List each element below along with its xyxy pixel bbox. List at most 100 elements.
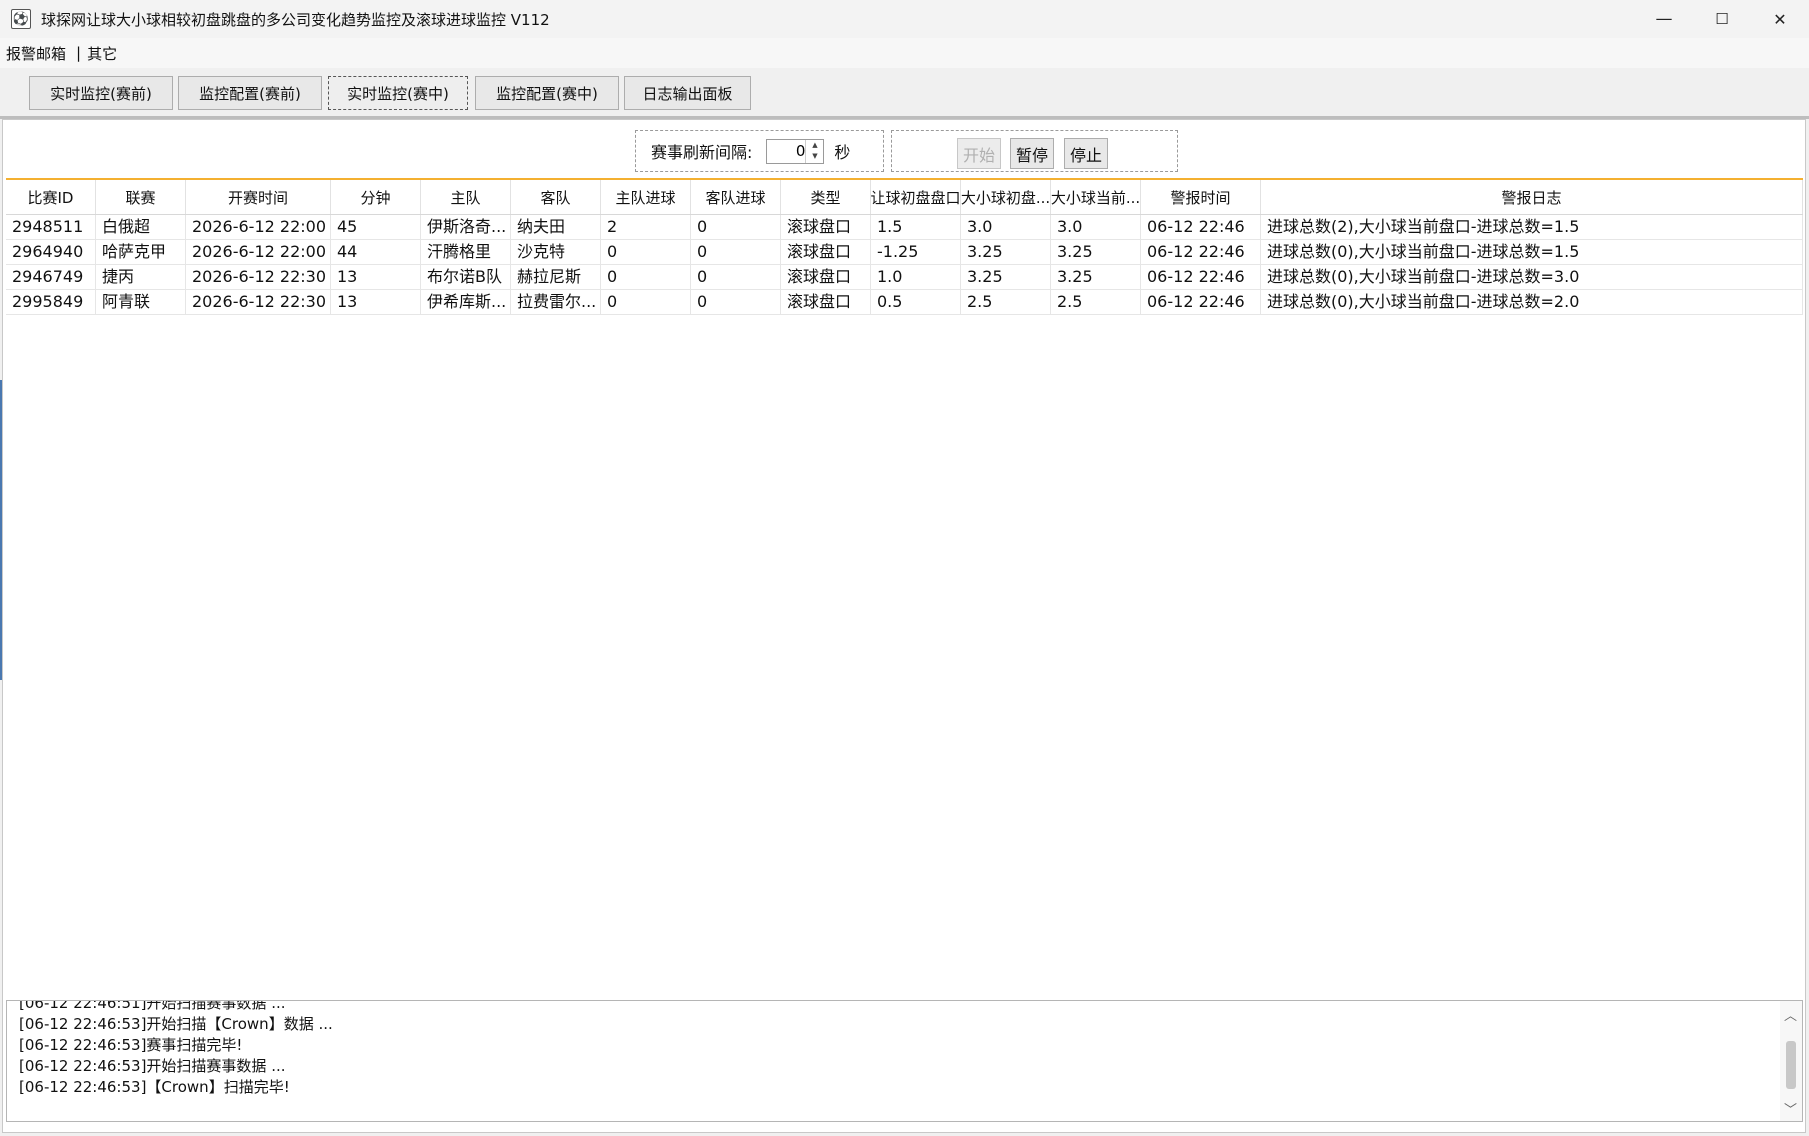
- column-header-match-id[interactable]: 比赛ID: [6, 180, 96, 214]
- table-row[interactable]: 2946749 捷丙 2026-6-12 22:30 13 布尔诺B队 赫拉尼斯…: [6, 265, 1803, 290]
- cell-ou-current: 3.25: [1051, 240, 1141, 264]
- tab-realtime-inplay[interactable]: 实时监控(赛中): [328, 76, 468, 110]
- cell-alert-log: 进球总数(2),大小球当前盘口-进球总数=1.5: [1261, 215, 1803, 239]
- cell-away-goals: 0: [691, 215, 781, 239]
- tab-config-prematch[interactable]: 监控配置(赛前): [178, 76, 322, 110]
- cell-handicap-opening: -1.25: [871, 240, 961, 264]
- cell-type: 滚球盘口: [781, 265, 871, 289]
- cell-ou-current: 3.0: [1051, 215, 1141, 239]
- column-header-kickoff-time[interactable]: 开赛时间: [186, 180, 331, 214]
- log-textbox[interactable]: [06-12 22:46:51]开始扫描赛事数据 ... [06-12 22:4…: [6, 1000, 1803, 1122]
- cell-away-team: 纳夫田: [511, 215, 601, 239]
- table-row[interactable]: 2948511 白俄超 2026-6-12 22:00 45 伊斯洛奇... 纳…: [6, 215, 1803, 240]
- cell-kickoff-time: 2026-6-12 22:30: [186, 290, 331, 314]
- cell-away-goals: 0: [691, 240, 781, 264]
- column-header-home-goals[interactable]: 主队进球: [601, 180, 691, 214]
- tab-realtime-prematch[interactable]: 实时监控(赛前): [29, 76, 173, 110]
- close-button[interactable]: ✕: [1751, 0, 1809, 38]
- column-header-away-team[interactable]: 客队: [511, 180, 601, 214]
- menu-alarm-email[interactable]: 报警邮箱: [0, 43, 66, 64]
- scrollbar-thumb[interactable]: [1786, 1041, 1796, 1089]
- column-header-ou-current[interactable]: 大小球当前...: [1051, 180, 1141, 214]
- cell-minute: 44: [331, 240, 421, 264]
- tab-config-inplay[interactable]: 监控配置(赛中): [475, 76, 619, 110]
- column-header-minute[interactable]: 分钟: [331, 180, 421, 214]
- cell-type: 滚球盘口: [781, 215, 871, 239]
- cell-away-team: 沙克特: [511, 240, 601, 264]
- log-line: [06-12 22:46:51]开始扫描赛事数据 ...: [19, 1000, 286, 1012]
- cell-home-team: 伊希库斯...: [421, 290, 511, 314]
- cell-match-id: 2948511: [6, 215, 96, 239]
- table-header: 比赛ID 联赛 开赛时间 分钟 主队 客队 主队进球 客队进球 类型 让球初盘盘…: [6, 180, 1803, 215]
- start-button[interactable]: 开始: [957, 138, 1001, 169]
- log-scrollbar[interactable]: ︿ ﹀: [1780, 1001, 1802, 1121]
- cell-league: 阿青联: [96, 290, 186, 314]
- menu-separator: |: [76, 44, 82, 62]
- cell-kickoff-time: 2026-6-12 22:00: [186, 215, 331, 239]
- cell-ou-opening: 3.25: [961, 265, 1051, 289]
- refresh-interval-label: 赛事刷新间隔:: [651, 143, 753, 162]
- cell-ou-current: 3.25: [1051, 265, 1141, 289]
- maximize-button[interactable]: ☐: [1693, 0, 1751, 38]
- tab-strip: 实时监控(赛前) 监控配置(赛前) 实时监控(赛中) 监控配置(赛中) 日志输出…: [0, 68, 1809, 118]
- column-header-home-team[interactable]: 主队: [421, 180, 511, 214]
- cell-away-goals: 0: [691, 265, 781, 289]
- cell-handicap-opening: 0.5: [871, 290, 961, 314]
- cell-match-id: 2946749: [6, 265, 96, 289]
- window-controls: — ☐ ✕: [1635, 0, 1809, 38]
- cell-match-id: 2995849: [6, 290, 96, 314]
- spin-down-icon[interactable]: ▼: [806, 151, 823, 162]
- column-header-league[interactable]: 联赛: [96, 180, 186, 214]
- cell-home-team: 伊斯洛奇...: [421, 215, 511, 239]
- cell-alert-log: 进球总数(0),大小球当前盘口-进球总数=3.0: [1261, 265, 1803, 289]
- column-header-alert-time[interactable]: 警报时间: [1141, 180, 1261, 214]
- spinner-buttons: ▲ ▼: [805, 139, 823, 163]
- column-header-away-goals[interactable]: 客队进球: [691, 180, 781, 214]
- cell-alert-log: 进球总数(0),大小球当前盘口-进球总数=2.0: [1261, 290, 1803, 314]
- column-header-alert-log[interactable]: 警报日志: [1261, 180, 1803, 214]
- title-bar: ⚽ 球探网让球大小球相较初盘跳盘的多公司变化趋势监控及滚球进球监控 V112 —…: [0, 0, 1809, 38]
- cell-kickoff-time: 2026-6-12 22:00: [186, 240, 331, 264]
- cell-minute: 13: [331, 265, 421, 289]
- cell-ou-opening: 3.0: [961, 215, 1051, 239]
- cell-home-goals: 2: [601, 215, 691, 239]
- log-line: [06-12 22:46:53]【Crown】扫描完毕!: [19, 1078, 290, 1096]
- cell-match-id: 2964940: [6, 240, 96, 264]
- cell-minute: 45: [331, 215, 421, 239]
- cell-away-team: 赫拉尼斯: [511, 265, 601, 289]
- cell-home-goals: 0: [601, 240, 691, 264]
- cell-league: 白俄超: [96, 215, 186, 239]
- seconds-unit-label: 秒: [834, 143, 851, 162]
- cell-home-goals: 0: [601, 265, 691, 289]
- cell-minute: 13: [331, 290, 421, 314]
- cell-away-team: 拉费雷尔...: [511, 290, 601, 314]
- cell-alert-time: 06-12 22:46: [1141, 215, 1261, 239]
- log-line: [06-12 22:46:53]开始扫描赛事数据 ...: [19, 1057, 286, 1075]
- cell-handicap-opening: 1.5: [871, 215, 961, 239]
- cell-alert-log: 进球总数(0),大小球当前盘口-进球总数=1.5: [1261, 240, 1803, 264]
- log-line: [06-12 22:46:53]开始扫描【Crown】数据 ...: [19, 1015, 333, 1033]
- menu-other[interactable]: 其它: [87, 43, 117, 64]
- cell-league: 捷丙: [96, 265, 186, 289]
- tab-log-output[interactable]: 日志输出面板: [624, 76, 751, 110]
- column-header-ou-opening[interactable]: 大小球初盘...: [961, 180, 1051, 214]
- table-row[interactable]: 2964940 哈萨克甲 2026-6-12 22:00 44 汗腾格里 沙克特…: [6, 240, 1803, 265]
- tab-content-panel: 赛事刷新间隔: ▲ ▼ 秒 开始 暂停 停止 比赛ID 联赛 开赛时间 分钟 主…: [2, 119, 1806, 1133]
- cell-ou-current: 2.5: [1051, 290, 1141, 314]
- stop-button[interactable]: 停止: [1064, 138, 1108, 169]
- run-controls-group: 开始 暂停 停止: [891, 130, 1178, 172]
- cell-alert-time: 06-12 22:46: [1141, 290, 1261, 314]
- table-row[interactable]: 2995849 阿青联 2026-6-12 22:30 13 伊希库斯... 拉…: [6, 290, 1803, 315]
- scroll-down-icon[interactable]: ﹀: [1784, 1099, 1797, 1118]
- column-header-handicap-opening[interactable]: 让球初盘盘口: [871, 180, 961, 214]
- refresh-interval-input[interactable]: [768, 140, 806, 162]
- cell-ou-opening: 3.25: [961, 240, 1051, 264]
- spin-up-icon[interactable]: ▲: [806, 140, 823, 151]
- column-header-type[interactable]: 类型: [781, 180, 871, 214]
- minimize-button[interactable]: —: [1635, 0, 1693, 38]
- refresh-interval-spinner[interactable]: ▲ ▼: [766, 138, 825, 164]
- window-title: 球探网让球大小球相较初盘跳盘的多公司变化趋势监控及滚球进球监控 V112: [41, 10, 550, 29]
- cell-home-goals: 0: [601, 290, 691, 314]
- scroll-up-icon[interactable]: ︿: [1784, 1005, 1797, 1024]
- pause-button[interactable]: 暂停: [1010, 138, 1054, 169]
